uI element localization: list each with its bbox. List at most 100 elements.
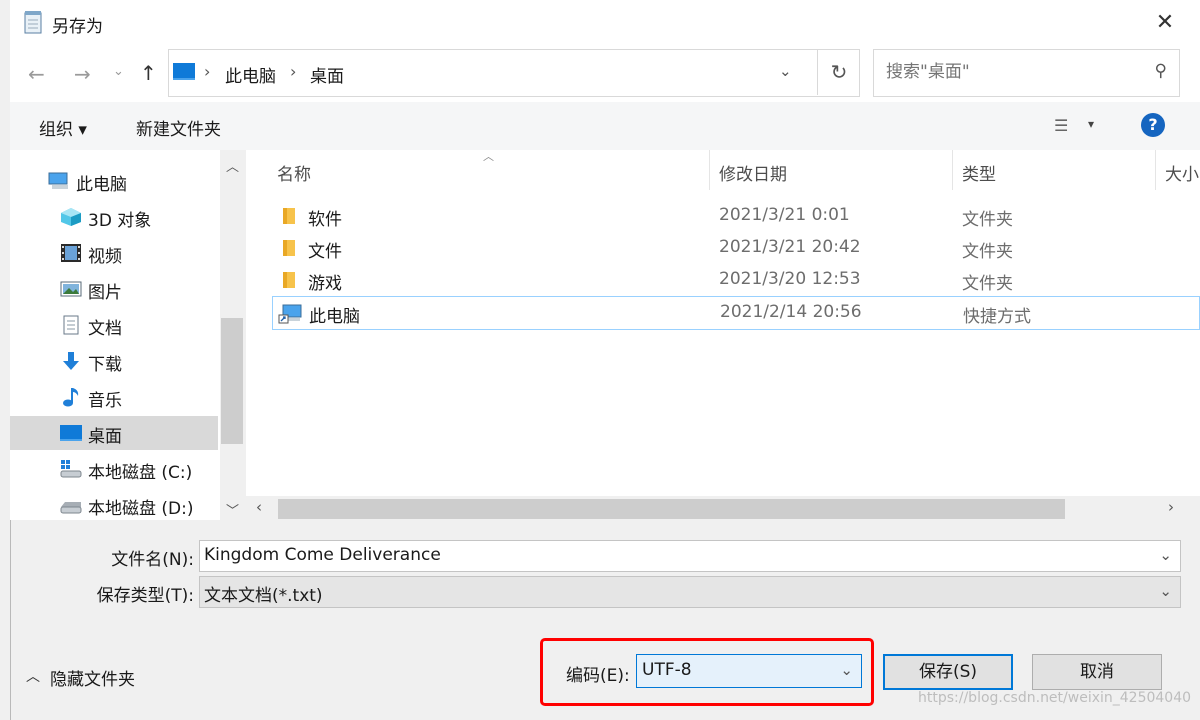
filetype-label: 保存类型(T):	[96, 586, 194, 606]
file-row[interactable]: 游戏 2021/3/20 12:53 文件夹	[272, 264, 1200, 296]
save-button[interactable]: 保存(S)	[883, 654, 1013, 690]
sidebar-item-label: 音乐	[88, 391, 122, 411]
column-header-name[interactable]: 名称	[277, 160, 311, 185]
sidebar-item-desktop[interactable]: 桌面	[10, 416, 218, 450]
notepad-icon	[23, 10, 43, 34]
folder-icon	[281, 239, 297, 257]
column-divider[interactable]	[952, 150, 953, 190]
help-icon[interactable]: ?	[1141, 113, 1165, 137]
filename-combobox[interactable]: Kingdom Come Deliverance ⌄	[199, 540, 1181, 572]
file-name: 软件	[308, 210, 342, 230]
sidebar-item-music[interactable]: 音乐	[10, 380, 218, 414]
scroll-up-arrow-icon[interactable]: ︿	[226, 156, 239, 175]
search-icon[interactable]: ⚲	[1155, 61, 1167, 81]
computer-icon	[48, 171, 70, 191]
refresh-button[interactable]: ↻	[817, 49, 860, 95]
window-title: 另存为	[52, 17, 103, 37]
search-box: ⚲	[873, 49, 1180, 97]
file-type: 文件夹	[962, 242, 1013, 262]
music-icon	[60, 387, 82, 407]
organize-menu-button[interactable]: 组织 ▾	[39, 115, 87, 140]
sidebar-item-label: 文档	[88, 319, 122, 339]
up-arrow-icon[interactable]: ↑	[140, 61, 157, 85]
file-date: 2021/3/21 0:01	[719, 205, 850, 225]
sidebar-item-this-pc[interactable]: 此电脑	[10, 164, 218, 198]
folder-icon	[281, 207, 297, 225]
highlight-annotation-box	[540, 638, 874, 706]
desktop-icon	[60, 423, 82, 443]
file-row[interactable]: 软件 2021/3/21 0:01 文件夹	[272, 200, 1200, 232]
file-type: 快捷方式	[963, 307, 1031, 327]
scroll-right-arrow-icon[interactable]: ›	[1168, 498, 1174, 516]
hide-folders-button[interactable]: 隐藏文件夹	[50, 665, 135, 690]
sidebar-item-label: 此电脑	[76, 175, 127, 195]
sidebar-item-videos[interactable]: 视频	[10, 236, 218, 270]
sidebar-item-3d-objects[interactable]: 3D 对象	[10, 200, 218, 234]
file-date: 2021/3/21 20:42	[719, 237, 861, 257]
close-button[interactable]: ✕	[1150, 8, 1180, 38]
download-icon	[60, 351, 82, 371]
sidebar-item-label: 视频	[88, 247, 122, 267]
column-divider[interactable]	[1155, 150, 1156, 190]
file-date: 2021/2/14 20:56	[720, 302, 862, 322]
file-name: 文件	[308, 242, 342, 262]
sidebar-item-drive-d[interactable]: 本地磁盘 (D:)	[10, 488, 218, 522]
column-header-type[interactable]: 类型	[962, 160, 996, 185]
breadcrumb-separator-icon: ›	[204, 62, 211, 81]
sidebar-item-documents[interactable]: 文档	[10, 308, 218, 342]
sidebar-item-label: 桌面	[88, 427, 122, 447]
filetype-value: 文本文档(*.txt)	[204, 586, 323, 606]
file-row[interactable]: 此电脑 2021/2/14 20:56 快捷方式	[272, 296, 1200, 330]
scroll-left-arrow-icon[interactable]: ‹	[256, 498, 262, 516]
sidebar-item-label: 本地磁盘 (C:)	[88, 463, 193, 483]
file-name: 此电脑	[309, 307, 360, 327]
filename-label: 文件名(N):	[111, 550, 194, 570]
watermark-text: https://blog.csdn.net/weixin_42504040	[918, 690, 1192, 706]
navigation-pane-scroll-thumb[interactable]	[221, 318, 243, 444]
sidebar-item-label: 3D 对象	[88, 211, 152, 231]
video-icon	[60, 243, 82, 263]
sidebar-item-label: 图片	[88, 283, 122, 303]
view-options-chevron-icon[interactable]: ▾	[1088, 117, 1094, 131]
back-arrow-icon[interactable]: ←	[28, 62, 45, 86]
breadcrumb-separator-icon: ›	[290, 62, 297, 81]
column-header-size[interactable]: 大小	[1165, 160, 1200, 185]
filetype-select[interactable]: 文本文档(*.txt) ⌄	[199, 576, 1181, 608]
sidebar-item-label: 本地磁盘 (D:)	[88, 499, 194, 519]
column-divider[interactable]	[709, 150, 710, 190]
sidebar-item-pictures[interactable]: 图片	[10, 272, 218, 306]
forward-arrow-icon[interactable]: →	[74, 62, 91, 86]
scroll-down-arrow-icon[interactable]: ﹀	[226, 500, 239, 519]
title-bar	[10, 0, 1200, 44]
sidebar-item-drive-c[interactable]: 本地磁盘 (C:)	[10, 452, 218, 486]
cancel-button[interactable]: 取消	[1032, 654, 1162, 690]
recent-locations-chevron-icon[interactable]: ⌄	[113, 64, 124, 79]
windows-drive-icon	[60, 459, 82, 479]
column-header-date[interactable]: 修改日期	[719, 160, 787, 185]
file-type: 文件夹	[962, 210, 1013, 230]
filename-input[interactable]: Kingdom Come Deliverance	[204, 545, 441, 565]
file-name: 游戏	[308, 274, 342, 294]
desktop-location-icon	[173, 63, 195, 80]
chevron-up-icon[interactable]: ︿	[26, 666, 40, 686]
breadcrumb-desktop[interactable]: 桌面	[310, 62, 344, 87]
breadcrumb-this-pc[interactable]: 此电脑	[225, 62, 276, 87]
cube-icon	[60, 207, 82, 227]
document-icon	[60, 315, 82, 335]
picture-icon	[60, 279, 82, 299]
sort-ascending-icon: ︿	[483, 150, 494, 163]
sidebar-item-downloads[interactable]: 下载	[10, 344, 218, 378]
file-row[interactable]: 文件 2021/3/21 20:42 文件夹	[272, 232, 1200, 264]
file-date: 2021/3/20 12:53	[719, 269, 861, 289]
chevron-down-icon[interactable]: ⌄	[1159, 582, 1172, 600]
file-type: 文件夹	[962, 274, 1013, 294]
shortcut-icon	[278, 304, 302, 324]
horizontal-scroll-thumb[interactable]	[278, 499, 1065, 519]
address-dropdown-chevron-icon[interactable]: ⌄	[779, 62, 792, 80]
chevron-down-icon[interactable]: ⌄	[1159, 546, 1172, 564]
search-input[interactable]	[884, 61, 1138, 83]
folder-icon	[281, 271, 297, 289]
sidebar-item-label: 下载	[88, 355, 122, 375]
new-folder-button[interactable]: 新建文件夹	[136, 115, 221, 140]
view-options-icon[interactable]: ☰	[1054, 116, 1068, 135]
